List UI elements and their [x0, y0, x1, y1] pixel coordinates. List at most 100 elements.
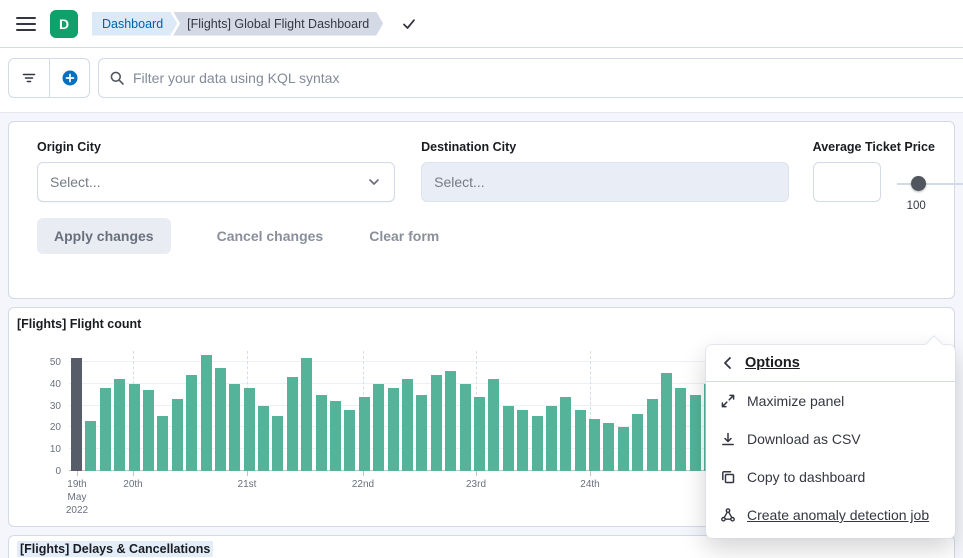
controls-panel: Origin City Select... Destination City S… [8, 121, 955, 299]
saved-check-icon[interactable] [401, 16, 417, 32]
bar [258, 406, 269, 471]
query-bar [0, 48, 963, 113]
bar [517, 410, 528, 471]
menu-item-download-csv[interactable]: Download as CSV [706, 420, 955, 458]
bar [129, 384, 140, 471]
delays-panel-title[interactable]: [Flights] Delays & Cancellations [17, 542, 954, 556]
x-tick-label: 22nd [352, 478, 374, 491]
bar [244, 388, 255, 471]
menu-item-copy-to-dashboard[interactable]: Copy to dashboard [706, 458, 955, 496]
bar [316, 395, 327, 471]
bar [575, 410, 586, 471]
chart-y-axis: 01020304050 [17, 351, 69, 471]
y-tick-label: 0 [55, 466, 61, 477]
x-tick-label: 20th [123, 478, 142, 491]
bar [402, 379, 413, 471]
bar [546, 406, 557, 471]
breadcrumb-dashboard[interactable]: Dashboard [92, 12, 177, 36]
breadcrumb-current-dashboard[interactable]: [Flights] Global Flight Dashboard [173, 12, 383, 36]
bar [675, 388, 686, 471]
origin-city-select[interactable]: Select... [37, 162, 395, 202]
bar [618, 427, 629, 471]
kql-search-input[interactable] [133, 70, 953, 86]
bar [416, 395, 427, 471]
y-tick-label: 40 [50, 379, 61, 390]
filter-button-group [8, 58, 90, 98]
delays-panel: [Flights] Delays & Cancellations [8, 535, 955, 558]
x-tick-label: 19thMay2022 [66, 478, 88, 517]
clear-form-button[interactable]: Clear form [369, 228, 439, 244]
chevron-down-icon [366, 174, 382, 190]
download-icon [720, 431, 736, 447]
x-tick-label: 24th [580, 478, 599, 491]
bar [532, 416, 543, 471]
y-tick-label: 50 [50, 357, 61, 368]
bar [431, 375, 442, 471]
bar [157, 416, 168, 471]
bar [474, 397, 485, 471]
options-menu-header[interactable]: Options [706, 345, 955, 382]
bar [560, 397, 571, 471]
bar [287, 377, 298, 471]
bar [301, 358, 312, 471]
origin-city-placeholder: Select... [50, 174, 101, 190]
saved-query-menu-button[interactable] [9, 59, 49, 97]
bar [114, 379, 125, 471]
search-icon [109, 70, 125, 86]
apply-changes-button[interactable]: Apply changes [37, 218, 171, 254]
panel-options-menu: Options Maximize panel Download as CSV C… [706, 345, 955, 538]
bar [647, 399, 658, 471]
ticket-price-slider-track[interactable] [897, 183, 963, 185]
bar [229, 384, 240, 471]
destination-city-label: Destination City [421, 140, 789, 154]
bar [172, 399, 183, 471]
bar [445, 371, 456, 471]
menu-item-create-anomaly-job[interactable]: Create anomaly detection job [706, 496, 955, 534]
avg-ticket-price-label: Average Ticket Price [813, 140, 954, 154]
top-header: D Dashboard [Flights] Global Flight Dash… [0, 0, 963, 48]
ticket-price-slider-thumb[interactable] [911, 176, 926, 191]
bar [344, 410, 355, 471]
bar [100, 388, 111, 471]
y-tick-label: 20 [50, 422, 61, 433]
origin-city-label: Origin City [37, 140, 395, 154]
bar [690, 395, 701, 471]
bar [373, 384, 384, 471]
x-tick-label: 21st [238, 478, 257, 491]
bar [503, 406, 514, 471]
space-avatar[interactable]: D [50, 10, 78, 38]
menu-item-maximize-panel[interactable]: Maximize panel [706, 382, 955, 420]
x-tick-label: 23rd [466, 478, 486, 491]
bar [359, 397, 370, 471]
maximize-icon [720, 393, 736, 409]
options-menu-title: Options [745, 355, 800, 371]
bar [201, 355, 212, 471]
breadcrumb: Dashboard [Flights] Global Flight Dashbo… [92, 12, 383, 36]
bar [186, 375, 197, 471]
destination-city-placeholder: Select... [434, 174, 485, 190]
bar [589, 419, 600, 471]
bar [330, 401, 341, 471]
kql-search-box [98, 58, 963, 98]
plus-circle-icon [62, 70, 78, 86]
filter-icon [21, 70, 37, 86]
bar [143, 390, 154, 471]
machine-learning-icon [720, 507, 736, 523]
flight-count-panel-title[interactable]: [Flights] Flight count [17, 317, 954, 331]
bar [603, 423, 614, 471]
bar [488, 379, 499, 471]
bar [661, 373, 672, 471]
chevron-left-icon [720, 355, 736, 371]
bar [460, 384, 471, 471]
add-filter-button[interactable] [49, 59, 89, 97]
ticket-price-min-input[interactable] [813, 162, 881, 202]
ticket-price-tick-label: 100 [907, 200, 926, 212]
destination-city-select[interactable]: Select... [421, 162, 789, 202]
kibana-dashboard-app: D Dashboard [Flights] Global Flight Dash… [0, 0, 963, 558]
menu-hamburger-icon[interactable] [16, 17, 36, 31]
y-tick-label: 10 [50, 444, 61, 455]
bar [71, 358, 82, 471]
cancel-changes-button[interactable]: Cancel changes [217, 228, 324, 244]
bar [272, 416, 283, 471]
copy-icon [720, 469, 736, 485]
